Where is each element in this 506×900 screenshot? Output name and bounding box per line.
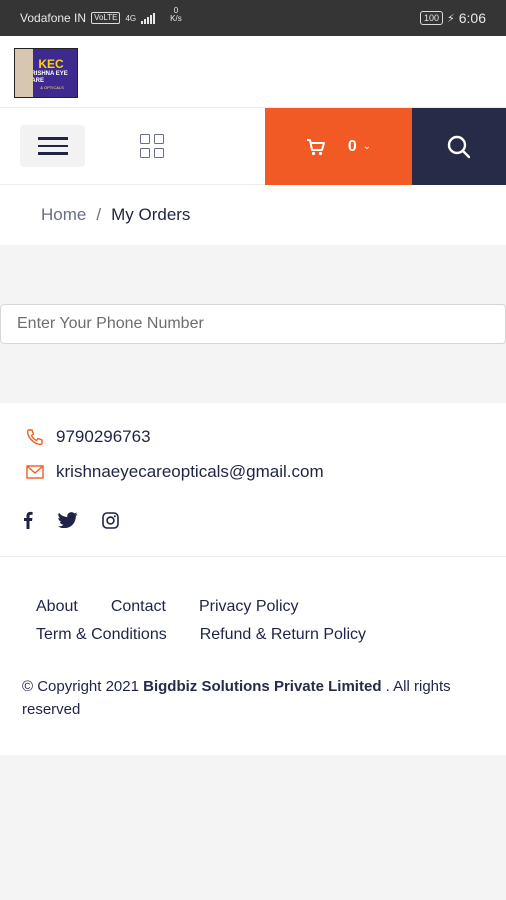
volte-badge: VoLTE <box>91 12 121 24</box>
phone-number-input[interactable] <box>0 304 506 344</box>
facebook-icon[interactable] <box>22 511 34 529</box>
logo-mark: KEC <box>38 56 64 71</box>
footer-links: About Contact Privacy Policy Term & Cond… <box>36 598 366 644</box>
charging-icon: ⚡ <box>447 12 455 25</box>
footer-link-contact[interactable]: Contact <box>111 598 166 616</box>
footer: 9790296763 krishnaeyecareopticals@gmail.… <box>0 403 506 755</box>
logo-name: KRISHNA EYE CARE <box>27 70 68 84</box>
search-button[interactable] <box>412 108 506 185</box>
footer-divider <box>0 556 506 557</box>
network-speed: 0 K/s <box>170 6 182 23</box>
carrier-name: Vodafone IN <box>20 11 87 25</box>
footer-email[interactable]: krishnaeyecareopticals@gmail.com <box>56 462 324 482</box>
cart-count: 0 <box>347 137 357 155</box>
navbar: 0 ⌄ <box>0 108 506 185</box>
battery-icon: 100 <box>419 11 444 25</box>
footer-link-terms[interactable]: Term & Conditions <box>36 626 167 644</box>
footer-link-privacy-policy[interactable]: Privacy Policy <box>199 598 299 616</box>
footer-link-refund-policy[interactable]: Refund & Return Policy <box>200 626 366 644</box>
footer-link-about[interactable]: About <box>36 598 78 616</box>
breadcrumb-home-link[interactable]: Home <box>41 205 86 225</box>
phone-icon <box>26 429 43 446</box>
signal-icon <box>141 12 156 24</box>
cart-icon <box>306 138 325 155</box>
company-name[interactable]: Bigdbiz Solutions Private Limited <box>143 678 381 695</box>
footer-email-row[interactable]: krishnaeyecareopticals@gmail.com <box>26 462 324 482</box>
logo-face-image <box>15 49 33 97</box>
chevron-down-icon: ⌄ <box>362 141 372 152</box>
hamburger-menu-button[interactable] <box>20 125 85 167</box>
categories-grid-icon[interactable] <box>140 134 164 158</box>
cart-button[interactable]: 0 ⌄ <box>265 108 412 185</box>
social-links <box>22 511 119 529</box>
footer-phone[interactable]: 9790296763 <box>56 427 151 447</box>
instagram-icon[interactable] <box>102 511 119 529</box>
copyright-text: © Copyright 2021 Bigdbiz Solutions Priva… <box>22 675 492 721</box>
footer-phone-row[interactable]: 9790296763 <box>26 427 151 447</box>
logo-tagline: & OPTICALS <box>40 84 64 90</box>
network-type: 4G <box>125 13 137 23</box>
logo-bar: KEC KRISHNA EYE CARE & OPTICALS <box>0 36 506 108</box>
copyright-prefix: © Copyright 2021 <box>22 678 139 695</box>
store-logo[interactable]: KEC KRISHNA EYE CARE & OPTICALS <box>14 48 78 98</box>
status-bar: Vodafone IN VoLTE 4G 0 K/s 100 ⚡ 6:06 <box>0 0 506 36</box>
search-icon <box>447 135 471 158</box>
breadcrumb-current: My Orders <box>111 205 191 224</box>
twitter-icon[interactable] <box>58 512 78 528</box>
breadcrumb: Home / My Orders <box>0 185 506 245</box>
clock: 6:06 <box>458 10 486 26</box>
mail-icon <box>26 465 44 479</box>
breadcrumb-separator: / <box>96 205 102 224</box>
